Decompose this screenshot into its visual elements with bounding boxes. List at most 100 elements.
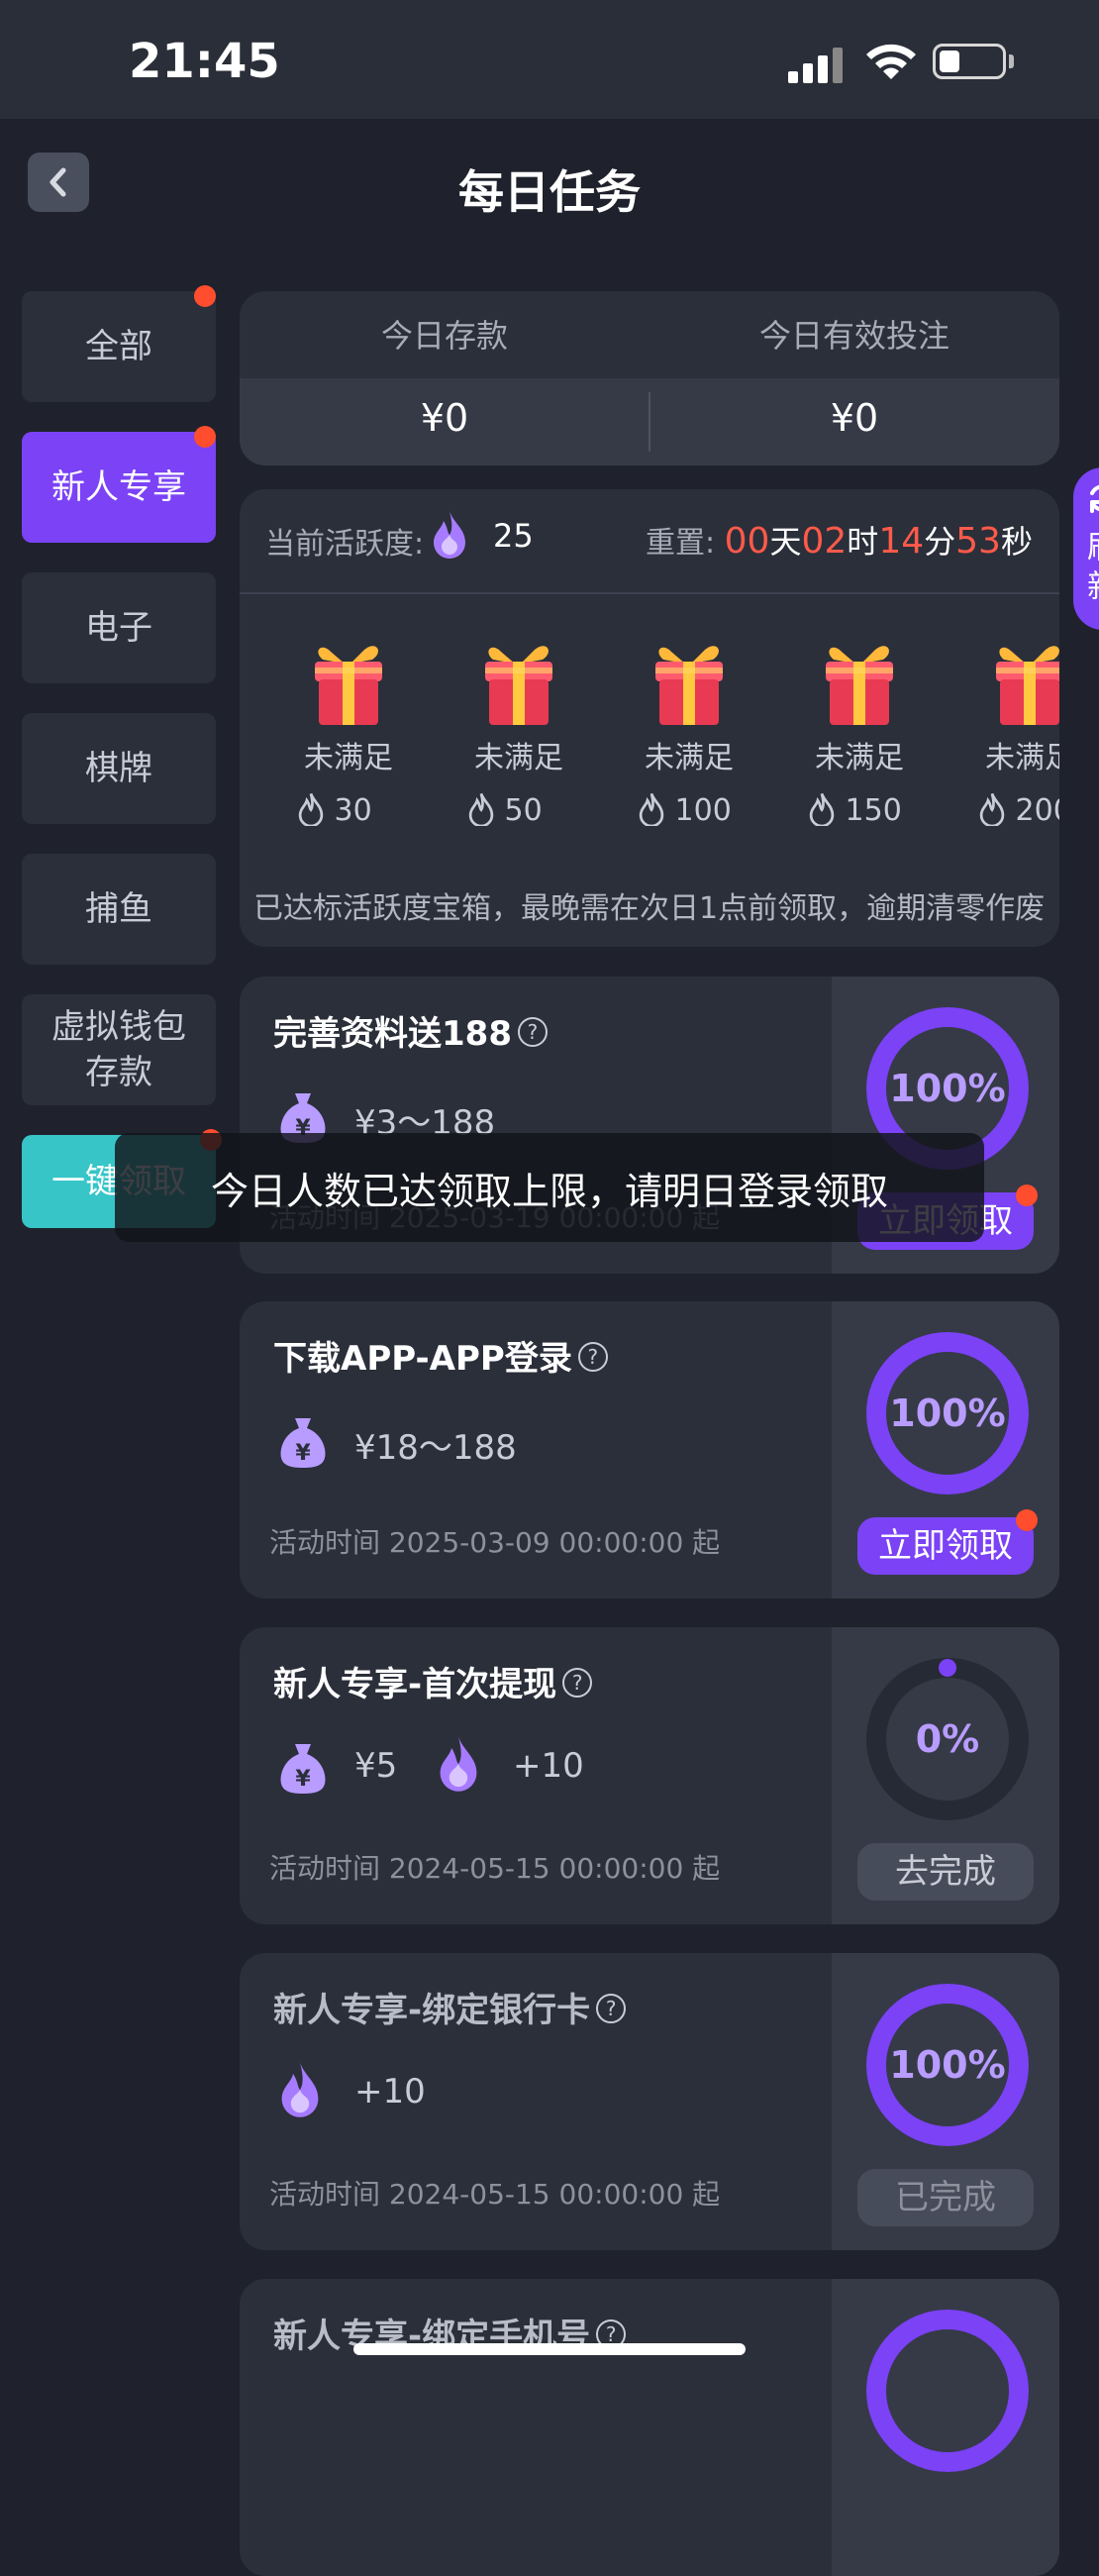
flame-small-icon (979, 792, 1005, 828)
activity-card: 当前活跃度: 25 重置: 00天02时14分53秒 未满足 30 未满足 50 未… (240, 489, 1059, 947)
chest-points-value: 100 (674, 793, 732, 828)
flame-small-icon (468, 792, 494, 828)
sidebar-item-label: 全部 (85, 327, 152, 366)
task-action-button[interactable]: 去完成 (857, 1843, 1034, 1901)
task-reward: ¥18～188 (354, 1428, 517, 1468)
countdown-hours: 02 (801, 521, 848, 562)
help-icon[interactable]: ? (577, 1342, 608, 1372)
activity-chest[interactable]: 未满足 150 (780, 638, 939, 834)
progress-percent: 100% (889, 1391, 1006, 1435)
deposit-label: 今日存款 (380, 317, 508, 355)
task-time: 活动时间 2025-03-09 00:00:00 起 (269, 1526, 721, 1559)
help-icon[interactable]: ? (596, 1994, 627, 2023)
gift-box-icon (996, 646, 1059, 725)
sidebar-item-all[interactable]: 全部 (22, 291, 216, 402)
task-reward-points: +10 (513, 1746, 584, 1786)
sidebar-item-chess[interactable]: 棋牌 (22, 713, 216, 824)
chest-points: 50 (440, 792, 598, 834)
flame-small-icon (298, 792, 324, 828)
progress-ring (863, 2307, 1032, 2475)
progress-ring: 0% (863, 1655, 1032, 1823)
flame-small-icon (639, 792, 664, 828)
notification-dot (1016, 1185, 1038, 1206)
chest-status: 未满足 (304, 741, 393, 775)
task-title-text: 完善资料送188 (273, 1014, 512, 1054)
activity-value: 25 (493, 517, 534, 555)
stats-card: 今日存款 今日有效投注 ¥0 ¥0 (240, 291, 1059, 465)
activity-note: 已达标活跃度宝箱，最晚需在次日1点前领取，逾期清零作废 (253, 891, 1046, 926)
progress-ring: 100% (863, 1329, 1032, 1497)
progress-ring: 100% (863, 1981, 1032, 2149)
refresh-icon (1090, 484, 1099, 513)
progress-percent: 0% (915, 1717, 980, 1761)
help-icon[interactable]: ? (517, 1017, 548, 1047)
reset-countdown: 重置: 00天02时14分53秒 (646, 517, 1033, 563)
page-title: 每日任务 (458, 165, 641, 219)
task-title-text: 新人专享-绑定银行卡 (273, 1991, 591, 2030)
countdown-minutes: 14 (878, 521, 925, 562)
sidebar-item-electronic[interactable]: 电子 (22, 572, 216, 683)
gift-box-icon (315, 646, 382, 725)
task-reward: ¥5 (354, 1746, 398, 1786)
task-card: 新人专享-绑定银行卡? +10 活动时间 2024-05-15 00:00:00 起… (240, 1953, 1059, 2250)
sidebar-item-virtual-wallet[interactable]: 虚拟钱包存款 (22, 994, 216, 1105)
task-time: 活动时间 2024-05-15 00:00:00 起 (269, 2178, 721, 2211)
flame-icon (281, 2062, 319, 2117)
task-title: 新人专享-首次提现? (273, 1657, 593, 1705)
task-time: 活动时间 2024-05-15 00:00:00 起 (269, 1852, 721, 1885)
unit: 分 (924, 523, 956, 561)
activity-chest[interactable]: 未满足 100 (610, 638, 768, 834)
chest-points: 200 (950, 792, 1059, 834)
activity-chest[interactable]: 未满足 30 (269, 638, 428, 834)
chest-points-value: 50 (504, 793, 543, 828)
task-title: 完善资料送188? (273, 1006, 548, 1055)
task-card: 新人专享-绑定手机号? (240, 2279, 1059, 2576)
activity-chest[interactable]: 未满足 200 (950, 638, 1059, 834)
chest-points: 30 (269, 792, 428, 834)
gift-box-icon (826, 646, 893, 725)
refresh-label-2: 新 (1073, 567, 1099, 606)
flame-icon (440, 1736, 477, 1792)
notification-dot (194, 426, 216, 448)
chest-points: 100 (610, 792, 768, 834)
sidebar-item-label: 虚拟钱包存款 (51, 1007, 186, 1092)
task-title: 下载APP-APP登录? (273, 1331, 608, 1380)
flame-small-icon (809, 792, 835, 828)
money-bag-icon: ¥ (280, 1744, 326, 1794)
chest-status: 未满足 (645, 741, 734, 775)
bet-label: 今日有效投注 (758, 317, 949, 355)
home-indicator (353, 2343, 746, 2355)
task-action-button[interactable]: 已完成 (857, 2169, 1034, 2226)
divider (240, 592, 1059, 594)
task-card: 下载APP-APP登录? ¥ ¥18～188 活动时间 2025-03-09 00:0… (240, 1301, 1059, 1598)
sidebar-item-label: 捕鱼 (85, 889, 152, 929)
activity-label: 当前活跃度: (265, 527, 425, 562)
battery-icon (933, 44, 1006, 79)
refresh-button[interactable]: 刷 新 (1073, 467, 1099, 630)
chest-status: 未满足 (474, 741, 563, 775)
gift-box-icon (655, 646, 723, 725)
notification-dot (1016, 1509, 1038, 1531)
progress-ring-graphic (866, 2310, 1029, 2472)
sidebar-item-label: 棋牌 (85, 749, 152, 788)
help-icon[interactable]: ? (562, 1668, 593, 1698)
chest-points-value: 150 (845, 793, 902, 828)
deposit-value: ¥0 (420, 396, 469, 440)
refresh-label-1: 刷 (1073, 527, 1099, 567)
sidebar-item-newcomer[interactable]: 新人专享 (22, 432, 216, 543)
activity-chest[interactable]: 未满足 50 (440, 638, 598, 834)
flame-icon (434, 511, 465, 559)
task-title-text: 新人专享-首次提现 (273, 1665, 557, 1704)
task-card: 新人专享-首次提现? ¥ ¥5 +10 活动时间 2024-05-15 00:00:00… (240, 1627, 1059, 1924)
countdown-seconds: 53 (955, 521, 1001, 562)
task-title-text: 下载APP-APP登录 (273, 1339, 572, 1379)
task-action-button[interactable]: 立即领取 (857, 1517, 1034, 1575)
battery-tip (1009, 54, 1014, 68)
sidebar-item-fishing[interactable]: 捕鱼 (22, 854, 216, 965)
sidebar-item-label: 新人专享 (51, 467, 186, 507)
money-bag-icon: ¥ (280, 1418, 326, 1468)
chest-points-value: 200 (1015, 793, 1059, 828)
notification-dot (194, 285, 216, 307)
countdown-days: 00 (724, 521, 770, 562)
status-time: 21:45 (129, 34, 280, 89)
